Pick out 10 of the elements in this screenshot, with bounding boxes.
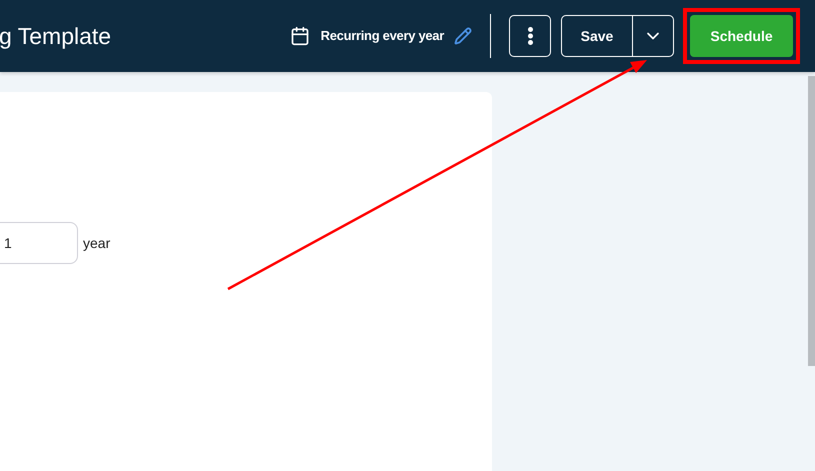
interval-unit: year bbox=[83, 234, 110, 253]
interval-field[interactable]: 1 bbox=[0, 222, 78, 264]
more-icon bbox=[528, 27, 532, 45]
more-button[interactable] bbox=[509, 15, 551, 57]
recurrence-label: Recurring every year bbox=[320, 27, 444, 46]
edit-button[interactable] bbox=[454, 27, 472, 45]
scrollbar[interactable] bbox=[808, 76, 815, 366]
pencil-icon bbox=[454, 27, 472, 45]
calendar-icon bbox=[290, 26, 310, 46]
page-title: g Template bbox=[0, 22, 112, 51]
